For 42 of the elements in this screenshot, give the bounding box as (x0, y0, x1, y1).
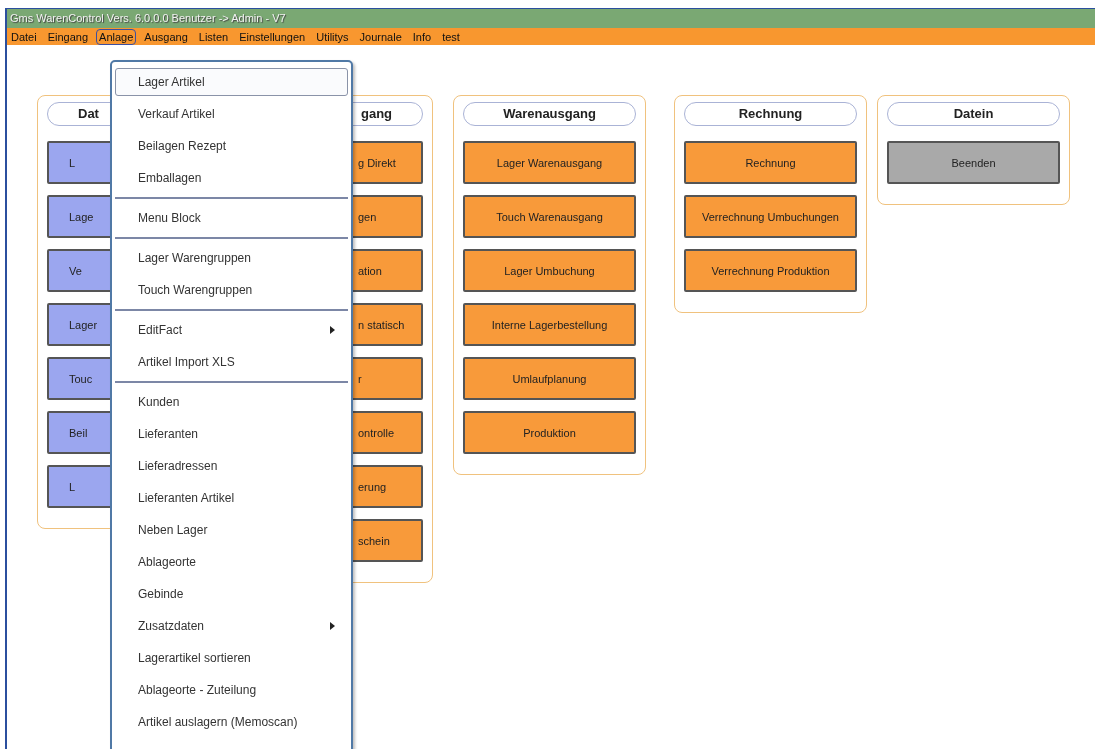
menu-item[interactable]: Lager Artikel (115, 68, 348, 96)
menu-item[interactable]: test (439, 28, 463, 45)
action-button[interactable]: Produktion (463, 411, 636, 454)
menu-item[interactable]: Ablageorte (115, 546, 348, 578)
menu-item[interactable]: Artikel auslagern (Memoscan) (115, 706, 348, 738)
action-button[interactable]: Umlaufplanung (463, 357, 636, 400)
menu-item[interactable]: Artikel Import XLS (115, 346, 348, 378)
menu-item[interactable]: Datei (8, 28, 40, 45)
menu-item[interactable]: Beilagen Rezept (115, 130, 348, 162)
menu-item[interactable]: Neben Lager (115, 514, 348, 546)
menu-item[interactable]: Listen (195, 28, 232, 45)
menu-item[interactable]: Info (409, 28, 435, 45)
menu-item[interactable]: Ausgang (141, 28, 191, 45)
menu-item[interactable]: Einstellungen (236, 28, 309, 45)
action-button[interactable]: Lager Umbuchung (463, 249, 636, 292)
menu-item[interactable]: Gebinde (115, 578, 348, 610)
menu-item[interactable]: Utilitys (313, 28, 352, 45)
menu-item[interactable]: Touch Warengruppen (115, 274, 348, 306)
menu-item[interactable]: Zusatzdaten (115, 610, 348, 642)
menu-item[interactable]: Emballagen (115, 162, 348, 194)
action-button[interactable]: Interne Lagerbestellung (463, 303, 636, 346)
menu-item[interactable]: Kunden (115, 386, 348, 418)
menu-item[interactable]: Lieferanten (115, 418, 348, 450)
action-button[interactable]: Touch Warenausgang (463, 195, 636, 238)
menu-item[interactable]: Journale (356, 28, 405, 45)
menu-item[interactable]: Menu Block (115, 202, 348, 234)
menu-item[interactable]: Lager Warengruppen (115, 242, 348, 274)
menu-item[interactable]: Eingang (44, 28, 92, 45)
action-button[interactable]: Rechnung (684, 141, 857, 184)
menu-item[interactable]: EditFact (115, 314, 348, 346)
menu-item[interactable]: Lieferadressen (115, 450, 348, 482)
action-button[interactable]: Verrechnung Umbuchungen (684, 195, 857, 238)
menu-item[interactable]: Ablageorte - Zuteilung (115, 674, 348, 706)
window-title: Gms WarenControl Vers. 6.0.0.0 Benutzer -> Admin - V7 (7, 8, 1095, 28)
action-button[interactable]: Beenden (887, 141, 1060, 184)
submenu-arrow-icon (330, 622, 335, 630)
action-button[interactable]: Lager Warenausgang (463, 141, 636, 184)
menu-item[interactable]: Lieferanten Artikel (115, 482, 348, 514)
menu-item[interactable]: Lagerartikel sortieren (115, 642, 348, 674)
menu-item[interactable]: Anlage (96, 28, 137, 45)
action-button[interactable]: Verrechnung Produktion (684, 249, 857, 292)
submenu-arrow-icon (330, 326, 335, 334)
